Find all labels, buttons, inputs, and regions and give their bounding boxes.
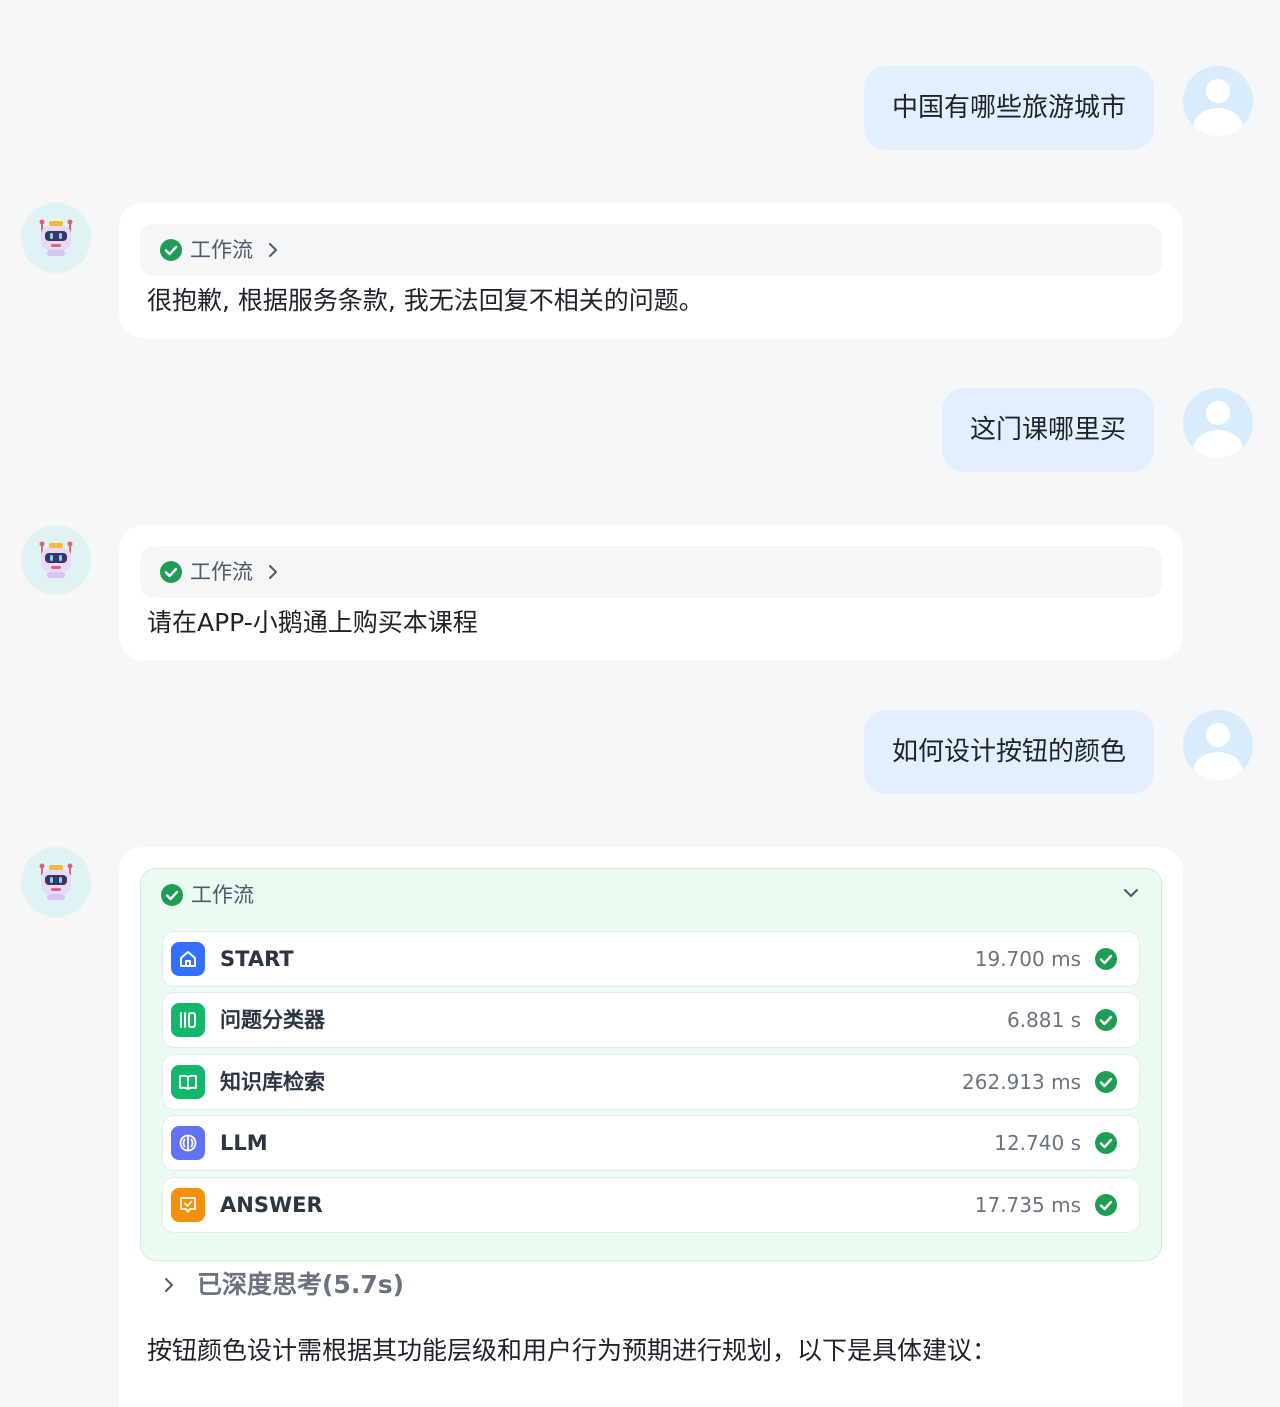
answer-icon — [171, 1188, 205, 1222]
node-name: 知识库检索 — [220, 1070, 325, 1094]
node-name: ANSWER — [220, 1193, 323, 1217]
workflow-panel: 工作流 START 19.700 ms 问题分类器 6.881 s 知识库检索 … — [140, 868, 1162, 1261]
bot-avatar — [21, 525, 91, 595]
success-check-icon — [161, 884, 183, 906]
workflow-node-llm[interactable]: LLM 12.740 s — [162, 1115, 1140, 1171]
node-duration: 17.735 ms — [974, 1193, 1081, 1217]
workflow-label: 工作流 — [190, 560, 253, 584]
bot-message-text: 很抱歉, 根据服务条款, 我无法回复不相关的问题。 — [147, 286, 704, 315]
success-check-icon — [160, 239, 182, 261]
user-message-text: 这门课哪里买 — [969, 415, 1126, 445]
user-avatar — [1183, 388, 1253, 458]
bot-avatar — [21, 847, 91, 917]
bot-message-card: 工作流 很抱歉, 根据服务条款, 我无法回复不相关的问题。 — [119, 203, 1183, 338]
user-avatar — [1183, 710, 1253, 780]
workflow-toggle[interactable]: 工作流 — [141, 869, 1161, 921]
bot-message-text: 请在APP-小鹅通上购买本课程 — [147, 608, 478, 637]
user-message-bubble: 中国有哪些旅游城市 — [863, 66, 1154, 150]
chevron-down-icon[interactable] — [1123, 888, 1139, 898]
workflow-toggle[interactable]: 工作流 — [140, 546, 1162, 598]
node-duration: 19.700 ms — [974, 947, 1081, 971]
robot-icon — [39, 219, 73, 256]
llm-icon — [171, 1126, 205, 1160]
workflow-label: 工作流 — [191, 883, 254, 907]
classifier-icon — [171, 1003, 205, 1037]
workflow-node-classifier[interactable]: 问题分类器 6.881 s — [162, 992, 1140, 1048]
user-avatar — [1183, 66, 1253, 136]
bot-message-card: 工作流 START 19.700 ms 问题分类器 6.881 s 知识库检索 … — [119, 847, 1183, 1407]
robot-icon — [39, 863, 73, 900]
success-check-icon — [1095, 1071, 1117, 1093]
success-check-icon — [1095, 948, 1117, 970]
workflow-label: 工作流 — [190, 238, 253, 262]
thinking-label: 已深度思考(5.7s) — [197, 1270, 405, 1299]
node-duration: 262.913 ms — [962, 1070, 1081, 1094]
success-check-icon — [1095, 1194, 1117, 1216]
workflow-node-start[interactable]: START 19.700 ms — [162, 931, 1140, 987]
workflow-toggle[interactable]: 工作流 — [140, 224, 1162, 276]
workflow-node-knowledge-retrieval[interactable]: 知识库检索 262.913 ms — [162, 1054, 1140, 1110]
success-check-icon — [160, 561, 182, 583]
user-message-bubble: 如何设计按钮的颜色 — [863, 710, 1154, 794]
user-message-text: 如何设计按钮的颜色 — [891, 737, 1126, 767]
node-name: 问题分类器 — [220, 1008, 325, 1032]
book-icon — [171, 1065, 205, 1099]
home-icon — [171, 942, 205, 976]
node-duration: 6.881 s — [1006, 1008, 1081, 1032]
node-name: LLM — [220, 1131, 268, 1155]
user-message-text: 中国有哪些旅游城市 — [891, 93, 1126, 123]
user-message-bubble: 这门课哪里买 — [941, 388, 1154, 472]
node-duration: 12.740 s — [994, 1131, 1081, 1155]
node-name: START — [220, 947, 294, 971]
bot-message-text: 按钮颜色设计需根据其功能层级和用户行为预期进行规划，以下是具体建议： — [147, 1336, 998, 1365]
bot-message-card: 工作流 请在APP-小鹅通上购买本课程 — [119, 525, 1183, 660]
success-check-icon — [1095, 1132, 1117, 1154]
chevron-right-icon — [269, 565, 277, 579]
bot-avatar — [21, 203, 91, 273]
success-check-icon — [1095, 1009, 1117, 1031]
chevron-right-icon — [269, 243, 277, 257]
robot-icon — [39, 541, 73, 578]
chevron-right-icon — [165, 1278, 173, 1292]
workflow-node-answer[interactable]: ANSWER 17.735 ms — [162, 1177, 1140, 1233]
